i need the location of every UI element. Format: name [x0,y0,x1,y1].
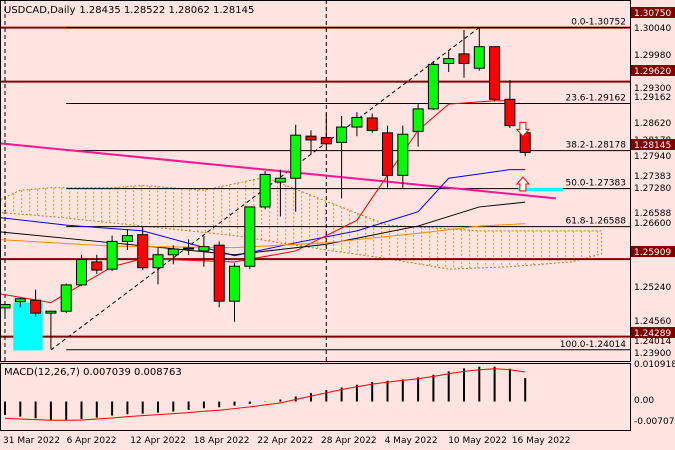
date-axis-label: 12 Apr 2022 [130,436,186,446]
bearish-candle [366,117,378,131]
bullish-candle [412,108,424,132]
price-axis-tick-label: 1.24560 [634,317,671,327]
bearish-candle [382,132,393,176]
fib-level-label: 0.0-1.30752 [571,17,626,27]
bullish-candle [198,246,210,252]
date-axis-label: 16 May 2022 [512,436,571,446]
bearish-candle [320,137,332,145]
bullish-candle [121,235,133,242]
price-axis-tick-label: 1.29162 [634,93,671,103]
price-axis-tick-label: 1.23900 [634,349,671,359]
price-axis-tick-label: 1.28620 [634,119,671,129]
price-tag-label: 1.30750 [634,9,671,19]
bullish-candle [443,58,455,64]
bullish-candle [351,116,363,128]
fib-level-label: 23.6-1.29162 [565,94,626,104]
fib-level-label: 50.0-1.27383 [565,179,626,189]
bearish-candle [137,234,149,269]
date-axis-label: 28 Apr 2022 [321,436,377,446]
date-axis-label: 4 May 2022 [385,436,438,446]
bullish-candle [259,173,271,208]
bearish-candle [213,244,225,302]
price-tag-label: 1.25909 [634,248,671,258]
price-axis-tick-label: 1.24014 [634,337,671,347]
bullish-candle [106,240,118,270]
bearish-candle [30,299,42,314]
macd-axis-tick-label: 0.010918 [634,360,675,370]
chart-header: USDCAD,Daily 1.28435 1.28522 1.28062 1.28… [4,5,254,16]
price-tag-label: 1.29620 [634,67,671,77]
bullish-candle [152,254,164,269]
bearish-candle [504,98,516,127]
bullish-candle [167,248,179,256]
bullish-candle [0,304,11,309]
bearish-candle [91,261,103,271]
date-axis-label: 18 Apr 2022 [194,436,250,446]
price-axis-tick-label: 1.27383 [634,172,671,182]
bullish-candle [473,46,485,69]
bullish-candle [336,126,348,143]
bearish-candle [305,135,317,141]
price-axis-tick-label: 1.27940 [634,152,671,162]
bearish-candle [458,53,470,64]
bullish-candle [76,259,87,286]
fib-level-label: 100.0-1.24014 [560,340,627,350]
fib-level-label: 61.8-1.26588 [565,217,626,227]
date-axis-label: 31 Mar 2022 [3,436,60,446]
fib-level-label: 38.2-1.28178 [565,141,626,151]
price-axis-tick-label: 1.26600 [634,219,671,229]
bullish-candle [229,265,240,302]
bullish-candle [274,177,286,183]
bearish-candle [489,46,501,100]
date-axis-label: 10 May 2022 [448,436,507,446]
bullish-candle [244,206,256,267]
macd-axis-tick-label: 0.00 [634,396,654,406]
bullish-candle [183,247,195,250]
macd-axis-tick-label: -0.00707 [634,417,674,427]
bullish-candle [14,298,26,303]
date-axis-label: 22 Apr 2022 [257,436,313,446]
price-axis-tick-label: 1.30040 [634,24,671,34]
price-axis-tick-label: 1.29980 [634,51,671,61]
bullish-candle [290,134,302,179]
bullish-candle [45,310,57,314]
price-axis-tick-label: 1.25240 [634,283,671,293]
date-axis-label: 6 Apr 2022 [67,436,117,446]
bullish-candle [60,284,72,312]
price-axis-tick-label: 1.26588 [634,209,671,219]
bullish-candle [427,63,439,110]
macd-label: MACD(12,26,7) 0.007039 0.008763 [4,367,182,378]
bullish-candle [397,133,409,176]
price-axis-tick-label: 1.27280 [634,184,671,194]
price-tag-label: 1.28145 [634,141,671,151]
usdcad-daily-chart: 0.0-1.30752 23.6-1.29162 38.2-1.28178 50.0-… [0,0,675,450]
